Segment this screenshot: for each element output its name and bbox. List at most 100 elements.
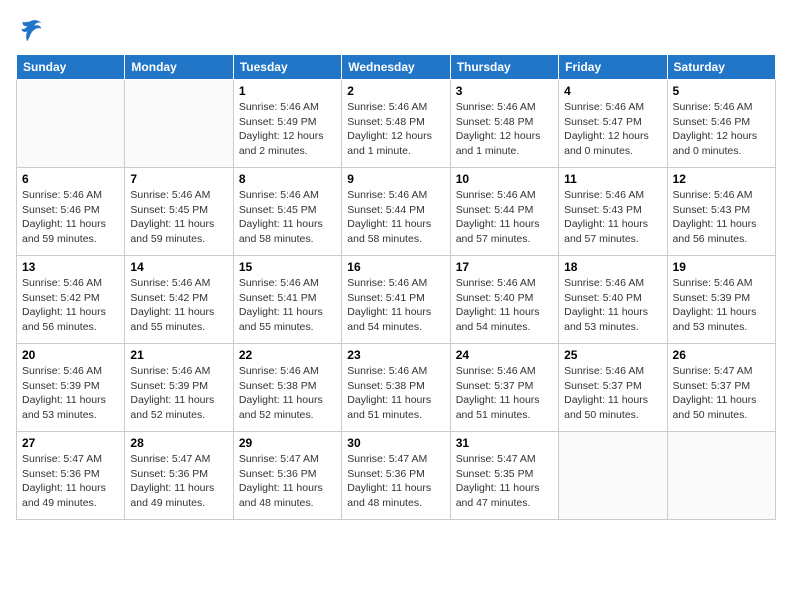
calendar-cell: 10Sunrise: 5:46 AMSunset: 5:44 PMDayligh… [450, 168, 558, 256]
calendar-cell: 9Sunrise: 5:46 AMSunset: 5:44 PMDaylight… [342, 168, 450, 256]
calendar-cell: 27 Sunrise: 5:47 AMSunset: 5:36 PMDayligh… [17, 432, 125, 520]
day-number: 8 [239, 172, 336, 186]
day-number: 13 [22, 260, 119, 274]
day-info: Sunrise: 5:46 AMSunset: 5:43 PMDaylight:… [673, 188, 770, 247]
day-info: Sunrise: 5:46 AMSunset: 5:44 PMDaylight:… [456, 188, 553, 247]
day-number: 6 [22, 172, 119, 186]
week-row-4: 20 Sunrise: 5:46 AMSunset: 5:39 PMDayligh… [17, 344, 776, 432]
day-number: 2 [347, 84, 444, 98]
calendar-cell: 1 Sunrise: 5:46 AMSunset: 5:49 PMDaylight… [233, 80, 341, 168]
calendar-cell: 23 Sunrise: 5:46 AMSunset: 5:38 PMDayligh… [342, 344, 450, 432]
day-info: Sunrise: 5:46 AMSunset: 5:46 PMDaylight:… [673, 100, 770, 159]
calendar-cell: 19 Sunrise: 5:46 AMSunset: 5:39 PMDayligh… [667, 256, 775, 344]
calendar-cell: 3 Sunrise: 5:46 AMSunset: 5:48 PMDaylight… [450, 80, 558, 168]
page-header [16, 16, 776, 44]
day-info: Sunrise: 5:46 AMSunset: 5:46 PMDaylight:… [22, 188, 119, 247]
day-info: Sunrise: 5:47 AMSunset: 5:36 PMDaylight:… [347, 452, 444, 511]
calendar-cell: 4 Sunrise: 5:46 AMSunset: 5:47 PMDaylight… [559, 80, 667, 168]
day-info: Sunrise: 5:46 AMSunset: 5:39 PMDaylight:… [130, 364, 227, 423]
day-number: 14 [130, 260, 227, 274]
calendar-cell: 17Sunrise: 5:46 AMSunset: 5:40 PMDayligh… [450, 256, 558, 344]
calendar-cell: 25Sunrise: 5:46 AMSunset: 5:37 PMDayligh… [559, 344, 667, 432]
week-row-3: 13 Sunrise: 5:46 AMSunset: 5:42 PMDayligh… [17, 256, 776, 344]
day-number: 12 [673, 172, 770, 186]
day-header-wednesday: Wednesday [342, 55, 450, 80]
day-header-monday: Monday [125, 55, 233, 80]
day-info: Sunrise: 5:46 AMSunset: 5:43 PMDaylight:… [564, 188, 661, 247]
day-number: 23 [347, 348, 444, 362]
calendar-cell [17, 80, 125, 168]
day-info: Sunrise: 5:46 AMSunset: 5:45 PMDaylight:… [130, 188, 227, 247]
calendar-cell: 26 Sunrise: 5:47 AMSunset: 5:37 PMDayligh… [667, 344, 775, 432]
day-number: 16 [347, 260, 444, 274]
calendar-header-row: SundayMondayTuesdayWednesdayThursdayFrid… [17, 55, 776, 80]
day-info: Sunrise: 5:46 AMSunset: 5:40 PMDaylight:… [456, 276, 553, 335]
day-number: 3 [456, 84, 553, 98]
day-header-thursday: Thursday [450, 55, 558, 80]
day-info: Sunrise: 5:47 AMSunset: 5:36 PMDaylight:… [130, 452, 227, 511]
day-number: 9 [347, 172, 444, 186]
day-info: Sunrise: 5:47 AMSunset: 5:37 PMDaylight:… [673, 364, 770, 423]
day-info: Sunrise: 5:46 AMSunset: 5:38 PMDaylight:… [347, 364, 444, 423]
calendar-cell: 7 Sunrise: 5:46 AMSunset: 5:45 PMDaylight… [125, 168, 233, 256]
calendar-cell: 12 Sunrise: 5:46 AMSunset: 5:43 PMDayligh… [667, 168, 775, 256]
calendar-cell: 31Sunrise: 5:47 AMSunset: 5:35 PMDayligh… [450, 432, 558, 520]
calendar-cell [667, 432, 775, 520]
logo [16, 16, 48, 44]
day-number: 15 [239, 260, 336, 274]
calendar-cell: 18 Sunrise: 5:46 AMSunset: 5:40 PMDayligh… [559, 256, 667, 344]
day-number: 21 [130, 348, 227, 362]
day-info: Sunrise: 5:46 AMSunset: 5:39 PMDaylight:… [673, 276, 770, 335]
day-info: Sunrise: 5:46 AMSunset: 5:48 PMDaylight:… [456, 100, 553, 159]
week-row-2: 6 Sunrise: 5:46 AMSunset: 5:46 PMDaylight… [17, 168, 776, 256]
day-info: Sunrise: 5:46 AMSunset: 5:49 PMDaylight:… [239, 100, 336, 159]
calendar-cell: 14 Sunrise: 5:46 AMSunset: 5:42 PMDayligh… [125, 256, 233, 344]
day-number: 25 [564, 348, 661, 362]
day-header-tuesday: Tuesday [233, 55, 341, 80]
calendar-cell: 16 Sunrise: 5:46 AMSunset: 5:41 PMDayligh… [342, 256, 450, 344]
day-number: 11 [564, 172, 661, 186]
calendar-cell: 2Sunrise: 5:46 AMSunset: 5:48 PMDaylight… [342, 80, 450, 168]
calendar-cell [559, 432, 667, 520]
calendar-cell: 30 Sunrise: 5:47 AMSunset: 5:36 PMDayligh… [342, 432, 450, 520]
calendar-cell: 24 Sunrise: 5:46 AMSunset: 5:37 PMDayligh… [450, 344, 558, 432]
day-number: 1 [239, 84, 336, 98]
day-info: Sunrise: 5:46 AMSunset: 5:39 PMDaylight:… [22, 364, 119, 423]
week-row-1: 1 Sunrise: 5:46 AMSunset: 5:49 PMDaylight… [17, 80, 776, 168]
day-info: Sunrise: 5:46 AMSunset: 5:45 PMDaylight:… [239, 188, 336, 247]
day-number: 18 [564, 260, 661, 274]
calendar-cell: 5 Sunrise: 5:46 AMSunset: 5:46 PMDaylight… [667, 80, 775, 168]
day-info: Sunrise: 5:46 AMSunset: 5:38 PMDaylight:… [239, 364, 336, 423]
day-number: 27 [22, 436, 119, 450]
day-info: Sunrise: 5:47 AMSunset: 5:35 PMDaylight:… [456, 452, 553, 511]
calendar-cell: 13Sunrise: 5:46 AMSunset: 5:42 PMDayligh… [17, 256, 125, 344]
week-row-5: 27 Sunrise: 5:47 AMSunset: 5:36 PMDayligh… [17, 432, 776, 520]
day-info: Sunrise: 5:46 AMSunset: 5:41 PMDaylight:… [347, 276, 444, 335]
logo-icon [16, 16, 44, 44]
day-header-sunday: Sunday [17, 55, 125, 80]
calendar-cell: 22 Sunrise: 5:46 AMSunset: 5:38 PMDayligh… [233, 344, 341, 432]
day-info: Sunrise: 5:46 AMSunset: 5:47 PMDaylight:… [564, 100, 661, 159]
day-number: 4 [564, 84, 661, 98]
day-info: Sunrise: 5:46 AMSunset: 5:40 PMDaylight:… [564, 276, 661, 335]
day-info: Sunrise: 5:46 AMSunset: 5:42 PMDaylight:… [130, 276, 227, 335]
calendar-cell [125, 80, 233, 168]
day-number: 5 [673, 84, 770, 98]
day-number: 30 [347, 436, 444, 450]
day-number: 7 [130, 172, 227, 186]
calendar-cell: 15Sunrise: 5:46 AMSunset: 5:41 PMDayligh… [233, 256, 341, 344]
day-number: 26 [673, 348, 770, 362]
day-number: 24 [456, 348, 553, 362]
day-number: 28 [130, 436, 227, 450]
calendar: SundayMondayTuesdayWednesdayThursdayFrid… [16, 54, 776, 520]
day-number: 20 [22, 348, 119, 362]
day-info: Sunrise: 5:47 AMSunset: 5:36 PMDaylight:… [22, 452, 119, 511]
day-number: 29 [239, 436, 336, 450]
calendar-cell: 20 Sunrise: 5:46 AMSunset: 5:39 PMDayligh… [17, 344, 125, 432]
calendar-cell: 11 Sunrise: 5:46 AMSunset: 5:43 PMDayligh… [559, 168, 667, 256]
calendar-cell: 29Sunrise: 5:47 AMSunset: 5:36 PMDayligh… [233, 432, 341, 520]
day-info: Sunrise: 5:46 AMSunset: 5:37 PMDaylight:… [456, 364, 553, 423]
calendar-cell: 21 Sunrise: 5:46 AMSunset: 5:39 PMDayligh… [125, 344, 233, 432]
day-number: 19 [673, 260, 770, 274]
day-number: 22 [239, 348, 336, 362]
